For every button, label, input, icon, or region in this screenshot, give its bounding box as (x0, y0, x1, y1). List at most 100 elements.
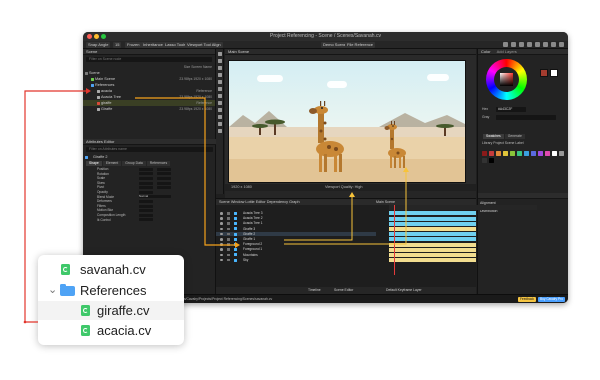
color-swatch[interactable] (482, 151, 487, 156)
layer-type-icon[interactable] (234, 216, 237, 220)
lock-icon[interactable] (227, 248, 230, 251)
saturation-value-square[interactable] (500, 73, 513, 86)
behaviour-icon[interactable] (535, 42, 540, 47)
scene-search-input[interactable]: Filter on Scene node (86, 57, 212, 62)
attribute-value-field[interactable] (139, 218, 153, 222)
color-swatch[interactable] (496, 151, 501, 156)
attribute-value-field[interactable] (139, 204, 153, 208)
utility-icon[interactable] (543, 42, 548, 47)
shape-icon[interactable] (511, 42, 516, 47)
attributes-search-input[interactable]: Filter on Attributes name (86, 147, 213, 152)
layer-type-icon[interactable] (234, 253, 237, 257)
timeline-layer-row[interactable]: Foreground 1 (216, 247, 376, 252)
chevron-down-icon[interactable]: ⌄ (48, 281, 57, 300)
shape-tool-icon[interactable] (217, 73, 222, 77)
viewport-align-toggle[interactable]: Viewport Tool Align (185, 42, 223, 48)
scene-editor-footer-tab[interactable]: Scene Editor (334, 288, 353, 292)
timeline-ruler[interactable] (389, 205, 537, 210)
color-swatch[interactable] (524, 151, 529, 156)
tab-generate[interactable]: Generate (504, 134, 525, 139)
eye-icon[interactable] (220, 238, 223, 241)
timeline-layer-row[interactable]: Giraffe 1 (216, 237, 376, 242)
eye-icon[interactable] (220, 217, 223, 220)
keyframe-layer-select[interactable]: Default Keyframe Layer (386, 288, 422, 292)
lock-icon[interactable] (227, 232, 230, 236)
layer-track-bar[interactable] (389, 232, 476, 237)
tab-references[interactable]: References (146, 161, 171, 166)
layer-type-icon[interactable] (234, 211, 237, 215)
layer-track-bar[interactable] (389, 221, 476, 226)
color-swatch[interactable] (559, 151, 564, 156)
eye-icon[interactable] (220, 243, 223, 246)
timeline-layer-row[interactable]: Giraffe 2 (216, 231, 376, 237)
timeline-layer-row[interactable]: Sky (216, 258, 376, 263)
eye-icon[interactable] (220, 222, 223, 225)
mesh-tool-icon[interactable] (217, 129, 222, 133)
tab-group-data[interactable]: Group Data (122, 161, 146, 166)
lock-icon[interactable] (227, 238, 230, 241)
finder-row-references[interactable]: ⌄ References (38, 281, 184, 300)
gray-slider[interactable] (496, 115, 556, 120)
attribute-value-field[interactable] (139, 181, 153, 185)
eye-icon[interactable] (220, 227, 223, 231)
layer-track-bar[interactable] (389, 242, 476, 247)
tab-swatches[interactable]: Swatches (483, 134, 504, 139)
tab-element[interactable]: Element (102, 161, 122, 166)
layer-track-bar[interactable] (389, 226, 476, 231)
layer-track-bar[interactable] (389, 258, 476, 263)
attribute-value-field[interactable]: Normal (139, 195, 171, 199)
layer-type-icon[interactable] (234, 258, 237, 262)
text-tool-icon[interactable] (217, 87, 222, 91)
color-swatch[interactable] (517, 151, 522, 156)
eye-icon[interactable] (220, 248, 223, 251)
playhead[interactable] (394, 205, 395, 275)
layer-type-icon[interactable] (234, 222, 237, 226)
attribute-value-field[interactable] (139, 209, 153, 213)
lock-icon[interactable] (227, 222, 230, 225)
timeline-layer-row[interactable]: Mountains (216, 253, 376, 258)
color-swatch[interactable] (489, 151, 494, 156)
buy-pro-button[interactable]: Buy Cavalry Pro (537, 297, 565, 302)
timeline-layer-row[interactable]: Acacia Tree 2 (216, 216, 376, 221)
attribute-value-field[interactable] (139, 190, 153, 194)
layer-track-bar[interactable] (389, 247, 476, 252)
layer-track-bar[interactable] (389, 211, 476, 216)
attribute-value-field[interactable] (139, 186, 153, 190)
eyedropper-tool-icon[interactable] (217, 122, 222, 126)
text-icon[interactable] (519, 42, 524, 47)
color-wheel[interactable] (486, 59, 527, 100)
color-swatch[interactable] (531, 151, 536, 156)
pen-tool-icon[interactable] (217, 66, 222, 70)
scene-tree-row[interactable]: Giraffe 23.98fps 1920 x 1080 (83, 106, 215, 112)
attribute-value-field[interactable] (157, 176, 171, 180)
eye-icon[interactable] (220, 258, 223, 262)
color-swatch[interactable] (510, 151, 515, 156)
lock-icon[interactable] (227, 217, 230, 220)
layer-track-bar[interactable] (389, 216, 476, 221)
color-swatch[interactable] (503, 151, 508, 156)
finder-row-giraffe[interactable]: giraffe.cv (38, 301, 184, 320)
eye-icon[interactable] (220, 253, 223, 257)
timeline-footer-tab[interactable]: Timeline (308, 288, 321, 292)
file-reference-button[interactable]: File Reference (345, 42, 376, 48)
frozen-toggle[interactable]: Frozen (125, 42, 142, 48)
color-swatch[interactable] (545, 151, 550, 156)
zoom-tool-icon[interactable] (217, 108, 222, 112)
hand-tool-icon[interactable] (217, 101, 222, 105)
tab-shape[interactable]: Shape (86, 161, 102, 166)
lock-icon[interactable] (227, 227, 230, 231)
layer-type-icon[interactable] (234, 242, 237, 246)
feedback-button[interactable]: Feedback (517, 297, 536, 302)
add-icon[interactable] (503, 42, 508, 47)
direct-select-tool-icon[interactable] (217, 59, 222, 63)
attribute-value-field[interactable] (139, 167, 153, 171)
layer-track-bar[interactable] (389, 252, 476, 257)
lock-icon[interactable] (227, 253, 230, 257)
lock-icon[interactable] (227, 212, 230, 215)
layer-type-icon[interactable] (234, 232, 237, 236)
layer-track-bar[interactable] (389, 237, 476, 242)
current-color-swatch[interactable] (540, 69, 548, 77)
eye-icon[interactable] (220, 232, 223, 236)
image-icon[interactable] (527, 42, 532, 47)
timeline-layer-row[interactable]: Giraffe 3 (216, 227, 376, 232)
